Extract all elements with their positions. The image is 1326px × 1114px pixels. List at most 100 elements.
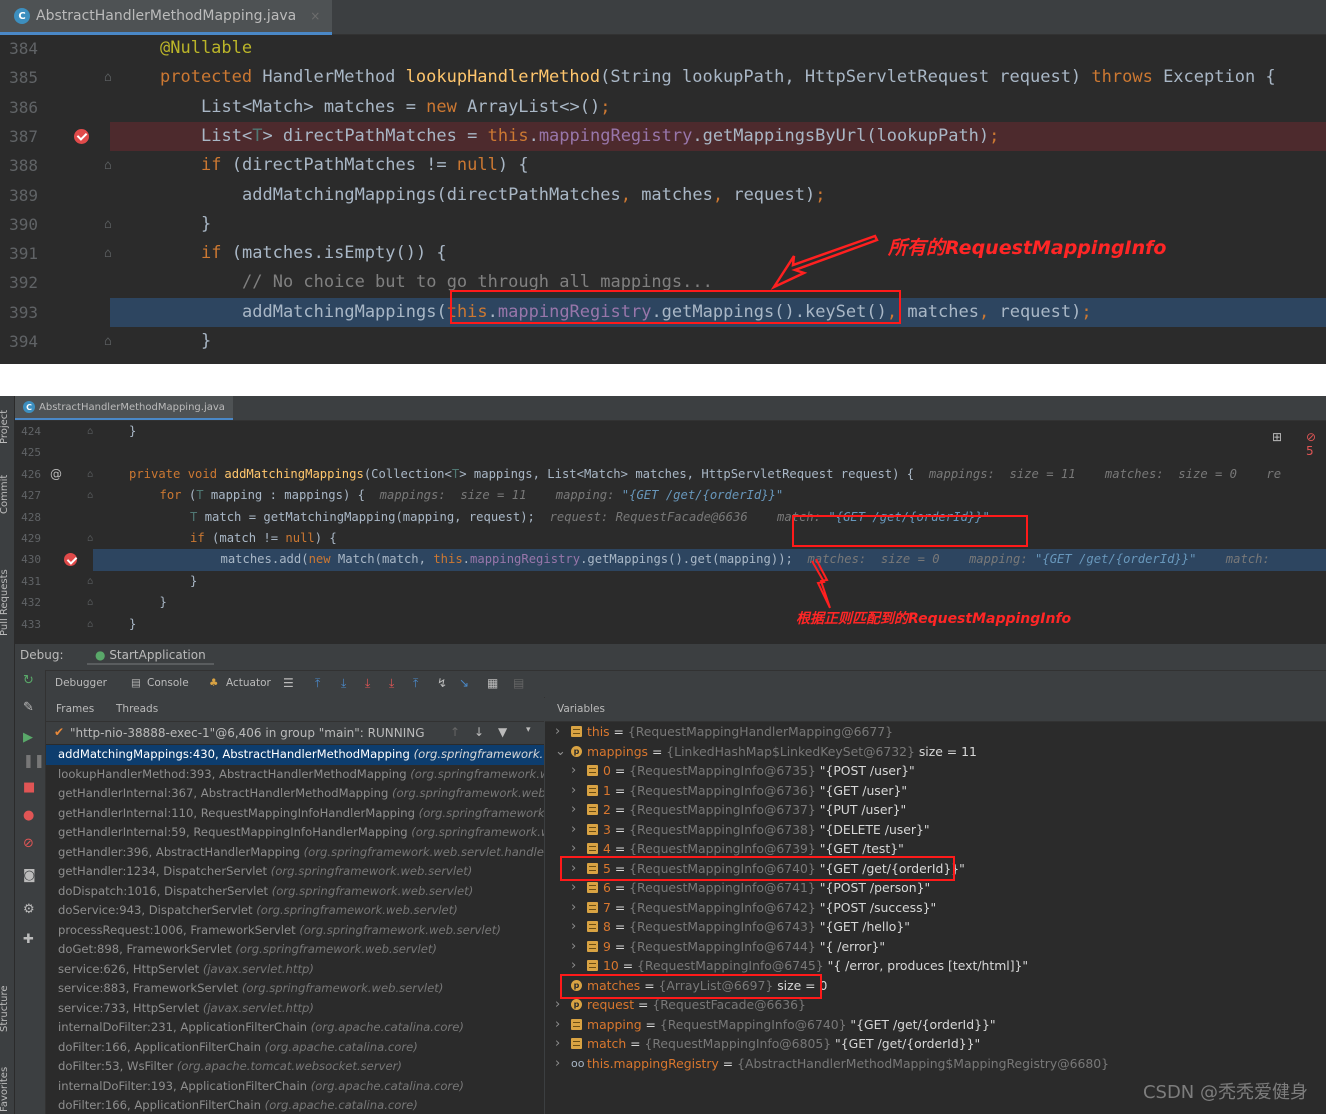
pause-icon[interactable]: ❚❚ (23, 754, 45, 769)
code-line[interactable]: 385 protected HandlerMethod lookupHandler… (0, 63, 1326, 92)
tool-window-pull-requests[interactable]: Pull Requests (0, 569, 10, 636)
chevron-right-icon[interactable]: › (571, 820, 576, 840)
run-config-tab[interactable]: ● StartApplication (87, 647, 214, 665)
code-line[interactable]: 433} ⌂ (15, 614, 1326, 635)
mute-breakpoints-icon[interactable]: ⊘ (23, 836, 34, 851)
fold-icon[interactable]: ⌂ (104, 63, 112, 92)
chevron-right-icon[interactable]: › (571, 800, 576, 820)
code-line[interactable]: 427 for (T mapping : mappings) { mappings… (15, 485, 1326, 506)
variable-row[interactable]: › 7 = {RequestMappingInfo@6742} "{POST /s… (545, 898, 1326, 918)
tool-window-commit[interactable]: Commit (0, 475, 10, 514)
chevron-right-icon[interactable]: › (555, 1054, 560, 1074)
line-number[interactable]: 426 (15, 464, 41, 485)
run-to-cursor-icon[interactable]: ↘ (459, 676, 469, 690)
line-number[interactable]: 428 (15, 507, 41, 528)
variable-row[interactable]: › this = {RequestMappingHandlerMapping@66… (545, 722, 1326, 742)
line-number[interactable]: 386 (0, 93, 38, 122)
variable-row[interactable]: › oo this.mappingRegistry = {AbstractHandl… (545, 1054, 1326, 1074)
tool-window-favorites[interactable]: Favorites (0, 1067, 10, 1112)
fold-icon[interactable]: ⌂ (87, 485, 93, 506)
stack-frame[interactable]: doFilter:166, ApplicationFilterChain (or… (46, 1038, 544, 1058)
chevron-right-icon[interactable]: › (571, 781, 576, 801)
stack-frame[interactable]: doDispatch:1016, DispatcherServlet (org.… (46, 882, 544, 902)
code-line[interactable]: 384 @Nullable (0, 34, 1326, 63)
fold-icon[interactable]: ⌂ (104, 239, 112, 268)
code-line[interactable]: 430 matches.add(new Match(match, this.map… (21, 549, 1326, 571)
rerun-icon[interactable]: ↻ (23, 673, 34, 688)
code-editor[interactable]: 424} ⌂ 425 426 private void addMatchingMappi… (15, 421, 1326, 641)
chevron-right-icon[interactable]: › (555, 1015, 560, 1035)
variable-row[interactable]: › 9 = {RequestMappingInfo@6744} "{ /error… (545, 937, 1326, 957)
stack-frame[interactable]: lookupHandlerMethod:393, AbstractHandler… (46, 765, 544, 785)
tab-debugger[interactable]: Debugger (55, 677, 107, 689)
settings-gear-icon[interactable]: ⚙ (23, 902, 35, 917)
stack-frame[interactable]: processRequest:1006, FrameworkServlet (o… (46, 921, 544, 941)
line-number[interactable]: 395 (0, 356, 38, 364)
down-arrow-icon[interactable]: ↓ (474, 725, 484, 739)
variable-row[interactable]: ⌄ p mappings = {LinkedHashMap$LinkedKeySet… (545, 742, 1326, 762)
close-icon[interactable]: × (310, 9, 320, 23)
chevron-down-icon[interactable]: ⌄ (555, 742, 566, 762)
up-arrow-icon[interactable]: ↑ (450, 725, 460, 739)
stack-frame[interactable]: internalDoFilter:193, ApplicationFilterC… (46, 1077, 544, 1097)
tab-actuator[interactable]: Actuator (226, 677, 271, 689)
stack-frame[interactable]: service:626, HttpServlet (javax.servlet.… (46, 960, 544, 980)
code-line[interactable]: 432} ⌂ (15, 592, 1326, 613)
code-line[interactable]: 394} ⌂ (0, 327, 1326, 356)
line-number[interactable]: 433 (15, 614, 41, 635)
fold-icon[interactable]: ⌂ (87, 421, 93, 442)
variable-row[interactable]: › match = {RequestMappingInfo@6805} "{GET… (545, 1034, 1326, 1054)
override-icon[interactable]: @ (50, 467, 62, 481)
code-line[interactable]: 428 T match = getMatchingMapping(mapping,… (15, 507, 1326, 528)
variable-row[interactable]: › mapping = {RequestMappingInfo@6740} "{G… (545, 1015, 1326, 1035)
chevron-right-icon[interactable]: › (571, 761, 576, 781)
stack-frame[interactable]: doGet:898, FrameworkServlet (org.springf… (46, 940, 544, 960)
tab-threads[interactable]: Threads (116, 703, 158, 715)
code-line[interactable]: 431} ⌂ (15, 571, 1326, 592)
step-into-icon[interactable]: ⤓ (365, 676, 370, 691)
editor-tab[interactable]: C AbstractHandlerMethodMapping.java (15, 396, 233, 420)
more-icon[interactable]: ▾ (526, 725, 531, 735)
tool-window-structure[interactable]: Structure (0, 985, 10, 1032)
stack-frame[interactable]: internalDoFilter:231, ApplicationFilterC… (46, 1018, 544, 1038)
step-over-icon[interactable]: ⤓ (341, 676, 346, 691)
chevron-right-icon[interactable]: › (571, 956, 576, 976)
line-number[interactable]: 390 (0, 210, 38, 239)
camera-icon[interactable]: ◙ (23, 868, 36, 883)
stack-frame[interactable]: getHandlerInternal:59, RequestMappingInf… (46, 823, 544, 843)
chevron-right-icon[interactable]: › (571, 917, 576, 937)
code-line[interactable]: 388 if (directPathMatches != null) {⌂ (0, 151, 1326, 180)
chevron-right-icon[interactable]: › (571, 898, 576, 918)
code-line[interactable]: 386 List<Match> matches = new ArrayList<>… (0, 93, 1326, 122)
code-line[interactable]: 387 List<T> directPathMatches = this.mapp… (9, 121, 1326, 152)
fold-icon[interactable]: ⌂ (87, 571, 93, 592)
stack-frame[interactable]: doFilter:166, ApplicationFilterChain (or… (46, 1096, 544, 1114)
variable-row[interactable]: › 2 = {RequestMappingInfo@6737} "{PUT /us… (545, 800, 1326, 820)
line-number[interactable]: 427 (15, 485, 41, 506)
stack-frame[interactable]: doService:943, DispatcherServlet (org.sp… (46, 901, 544, 921)
variable-row[interactable]: › 1 = {RequestMappingInfo@6736} "{GET /us… (545, 781, 1326, 801)
fold-icon[interactable]: ⌂ (104, 151, 112, 180)
variable-row[interactable]: › 0 = {RequestMappingInfo@6735} "{POST /u… (545, 761, 1326, 781)
breakpoint-icon[interactable] (74, 128, 89, 144)
drop-frame-icon[interactable]: ↯ (437, 676, 447, 690)
fold-icon[interactable]: ⌂ (104, 210, 112, 239)
line-number[interactable]: 384 (0, 34, 38, 63)
code-line[interactable]: 389 addMatchingMappings(directPathMatches… (0, 181, 1326, 210)
line-number[interactable]: 389 (0, 181, 38, 210)
variable-row[interactable]: › 10 = {RequestMappingInfo@6745} "{ /erro… (545, 956, 1326, 976)
fold-icon[interactable]: ⌂ (87, 614, 93, 635)
line-number[interactable]: 394 (0, 327, 38, 356)
thread-selector[interactable]: ✔ "http-nio-38888-exec-1"@6,406 in group… (46, 722, 544, 744)
line-number[interactable]: 424 (15, 421, 41, 442)
stack-frame[interactable]: getHandlerInternal:367, AbstractHandlerM… (46, 784, 544, 804)
fold-icon[interactable]: ⌂ (87, 464, 93, 485)
stack-frame[interactable]: getHandler:1234, DispatcherServlet (org.… (46, 862, 544, 882)
step-out-icon[interactable]: ⤒ (413, 676, 418, 691)
line-number[interactable]: 431 (15, 571, 41, 592)
fold-icon[interactable]: ⌂ (104, 327, 112, 356)
tab-frames[interactable]: Frames (56, 703, 94, 715)
line-number[interactable]: 387 (0, 122, 38, 151)
code-line[interactable]: 426 private void addMatchingMappings(Coll… (15, 464, 1326, 485)
stack-frame[interactable]: service:883, FrameworkServlet (org.sprin… (46, 979, 544, 999)
